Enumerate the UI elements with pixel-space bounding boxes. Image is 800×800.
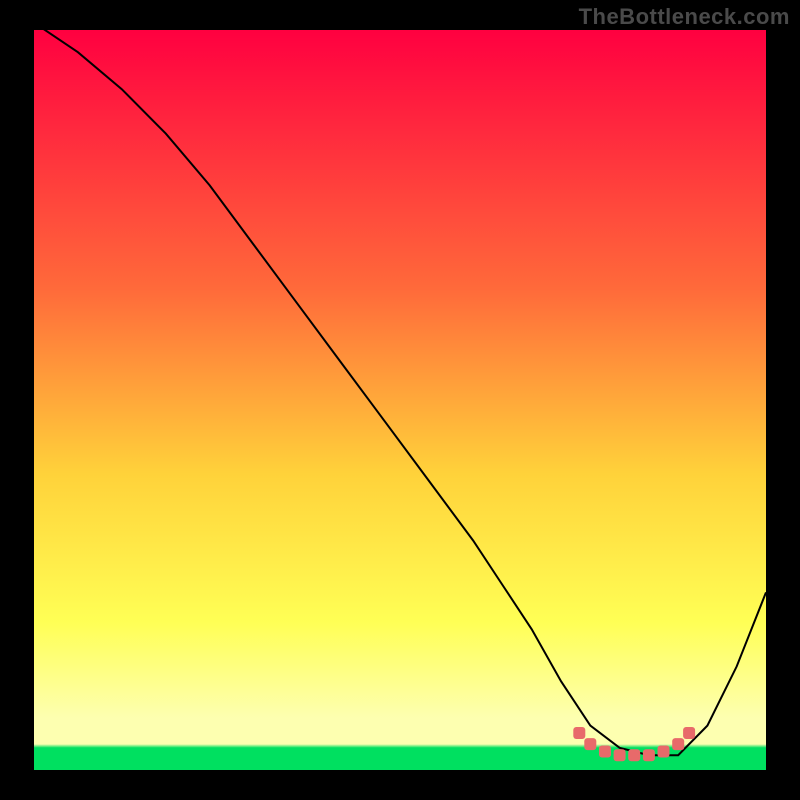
marker-point xyxy=(584,738,596,750)
marker-point xyxy=(573,727,585,739)
marker-point xyxy=(658,746,670,758)
marker-point xyxy=(672,738,684,750)
marker-point xyxy=(643,749,655,761)
watermark-text: TheBottleneck.com xyxy=(579,4,790,30)
gradient-rect xyxy=(34,30,766,770)
marker-point xyxy=(599,746,611,758)
plot-area xyxy=(34,30,766,770)
marker-point xyxy=(614,749,626,761)
marker-point xyxy=(628,749,640,761)
chart-frame: TheBottleneck.com xyxy=(0,0,800,800)
marker-point xyxy=(683,727,695,739)
chart-svg xyxy=(34,30,766,770)
